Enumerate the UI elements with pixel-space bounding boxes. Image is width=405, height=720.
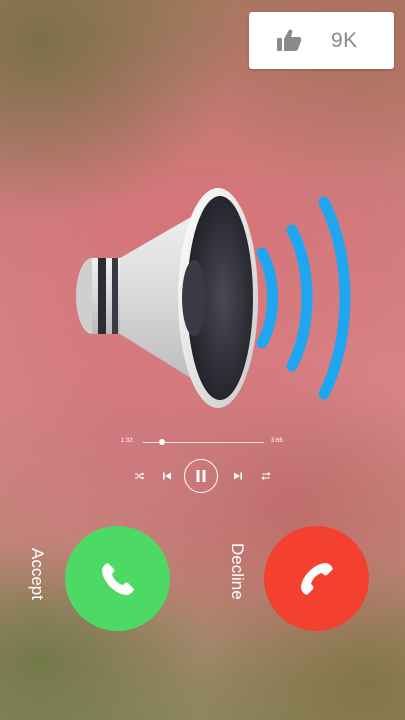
phone-icon bbox=[101, 562, 134, 595]
pause-button[interactable] bbox=[184, 459, 218, 493]
speaker-icon bbox=[76, 188, 351, 408]
media-progress: 1:32 3:66 bbox=[0, 434, 405, 454]
phone-icon bbox=[300, 562, 333, 595]
media-controls bbox=[0, 458, 405, 498]
pause-icon bbox=[196, 470, 206, 482]
decline-call-button[interactable] bbox=[264, 526, 369, 631]
like-count: 9K bbox=[331, 29, 358, 52]
previous-icon[interactable] bbox=[162, 471, 172, 481]
thumbs-up-icon bbox=[277, 29, 302, 51]
shuffle-icon[interactable] bbox=[134, 471, 144, 481]
next-icon[interactable] bbox=[233, 471, 243, 481]
current-time: 1:32 bbox=[121, 438, 133, 444]
like-button[interactable]: 9K bbox=[249, 12, 394, 69]
seek-knob[interactable] bbox=[159, 439, 165, 445]
repeat-icon[interactable] bbox=[261, 471, 271, 481]
decline-label: Decline bbox=[228, 543, 247, 600]
accept-call-button[interactable] bbox=[65, 526, 170, 631]
accept-label: Accept bbox=[28, 548, 47, 600]
total-time: 3:66 bbox=[271, 438, 283, 444]
